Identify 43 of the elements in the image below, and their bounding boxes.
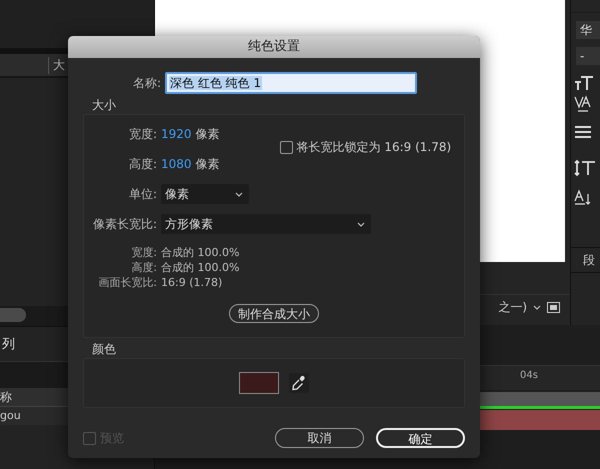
info-label: 高度: (130, 260, 158, 275)
info-label: 画面长宽比: (97, 275, 158, 290)
dialog-title: 纯色设置 (68, 36, 480, 58)
align-icon[interactable] (574, 125, 592, 139)
make-comp-size-button[interactable]: 制作合成大小 (229, 304, 319, 323)
checkbox[interactable] (280, 140, 293, 154)
color-swatch[interactable] (239, 372, 279, 394)
panel-title: 列 (2, 336, 15, 353)
field-label: 像素长宽比: (92, 216, 158, 232)
caret-icon[interactable] (533, 304, 541, 310)
checkbox-label: 将长宽比锁定为 16:9 (1.78) (296, 138, 452, 156)
font-style-field[interactable]: - (576, 47, 600, 65)
eyedropper-button[interactable] (289, 373, 309, 393)
dropdown[interactable]: 像素 (161, 184, 249, 204)
leading-icon[interactable] (574, 159, 596, 177)
info-value: 合成的 100.0% (161, 245, 240, 260)
group-title: 大小 (92, 98, 117, 112)
cancel-button[interactable]: 取消 (275, 428, 364, 448)
panel-tab[interactable]: 大 (48, 56, 65, 74)
ok-button[interactable]: 确定 (376, 428, 465, 448)
dropdown[interactable]: 方形像素 (161, 214, 371, 234)
field-label: 高度: (128, 156, 158, 172)
font-field[interactable]: 华 (576, 21, 600, 39)
unit-label: 像素 (196, 156, 220, 172)
number-field[interactable]: 1080 (161, 157, 192, 171)
scrollbar-thumb[interactable] (0, 308, 26, 322)
panel-tab[interactable]: 段 (583, 252, 595, 268)
caret-icon[interactable] (357, 222, 365, 226)
field-label: 宽度: (128, 126, 158, 142)
unit-label: 像素 (196, 126, 220, 142)
number-field[interactable]: 1920 (161, 127, 192, 141)
group-title: 颜色 (92, 342, 117, 356)
caret-icon[interactable] (235, 192, 243, 196)
field-label: 单位: (128, 186, 158, 202)
info-value: 16:9 (1.78) (161, 276, 222, 289)
name-field[interactable]: 深色 红色 纯色 1 (165, 72, 417, 94)
info-label: 宽度: (130, 245, 158, 260)
monitor-icon[interactable] (547, 302, 560, 312)
field-label: 名称: (132, 74, 162, 92)
time-label: 04s (520, 370, 538, 382)
font-size-icon[interactable] (574, 75, 594, 91)
zoom-menu[interactable]: 之一) (498, 298, 527, 316)
info-value: 合成的 100.0% (161, 260, 240, 275)
